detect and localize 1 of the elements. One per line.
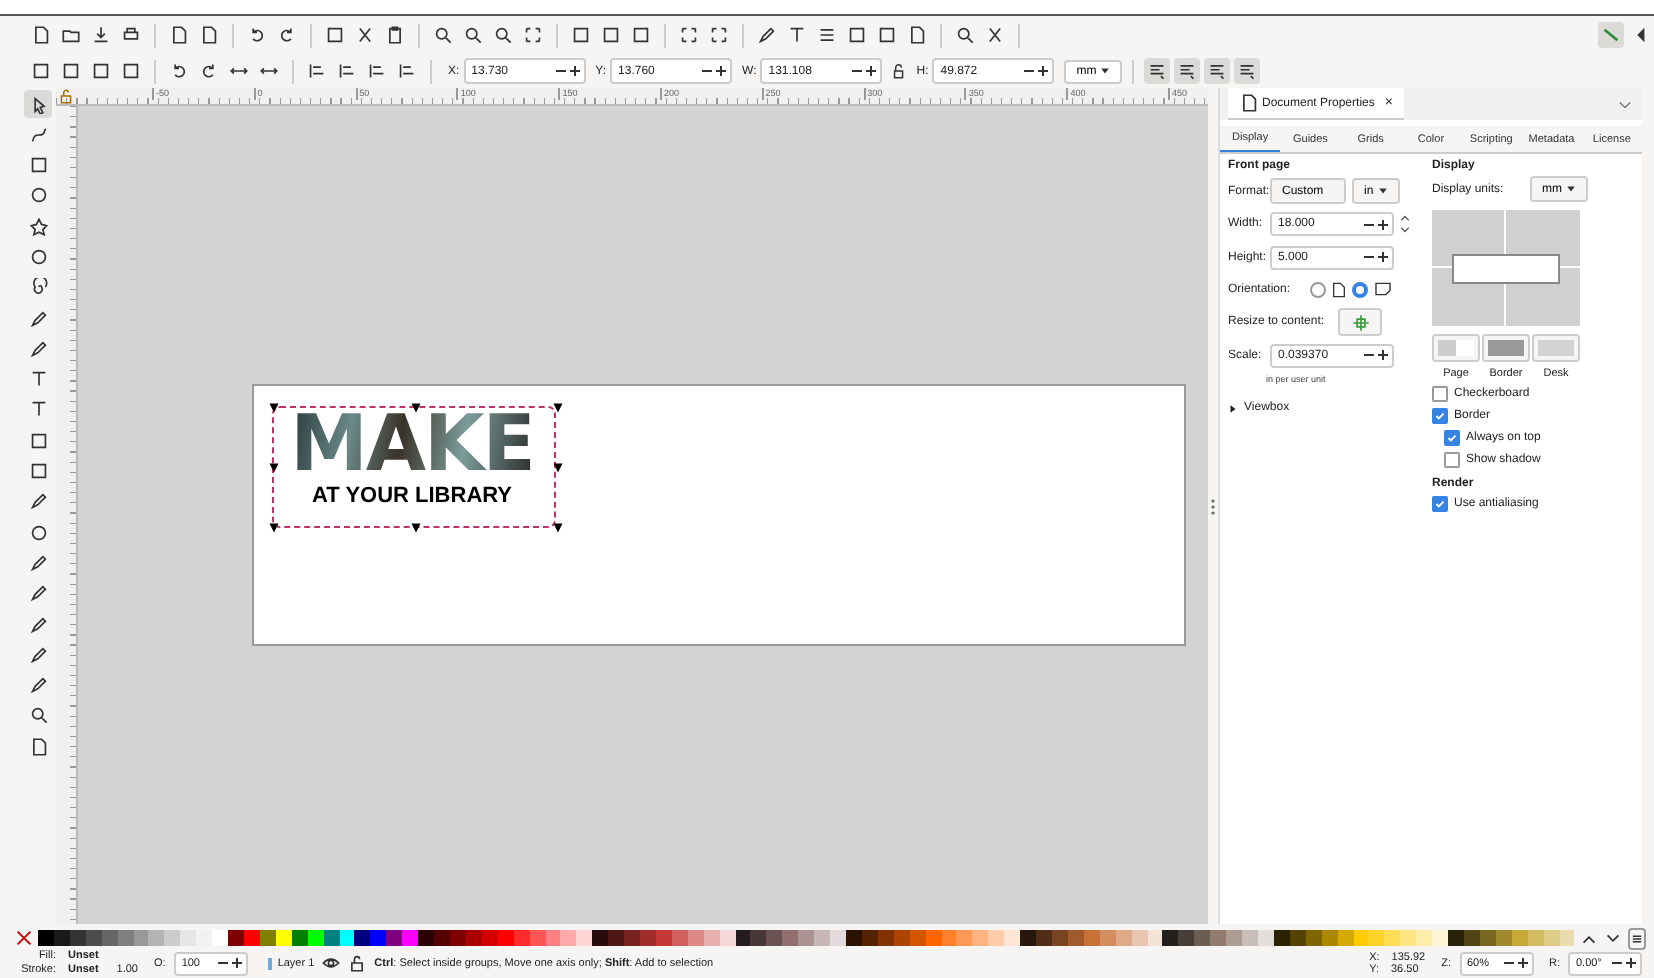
subline: AT YOUR LIBRARY — [311, 484, 513, 510]
